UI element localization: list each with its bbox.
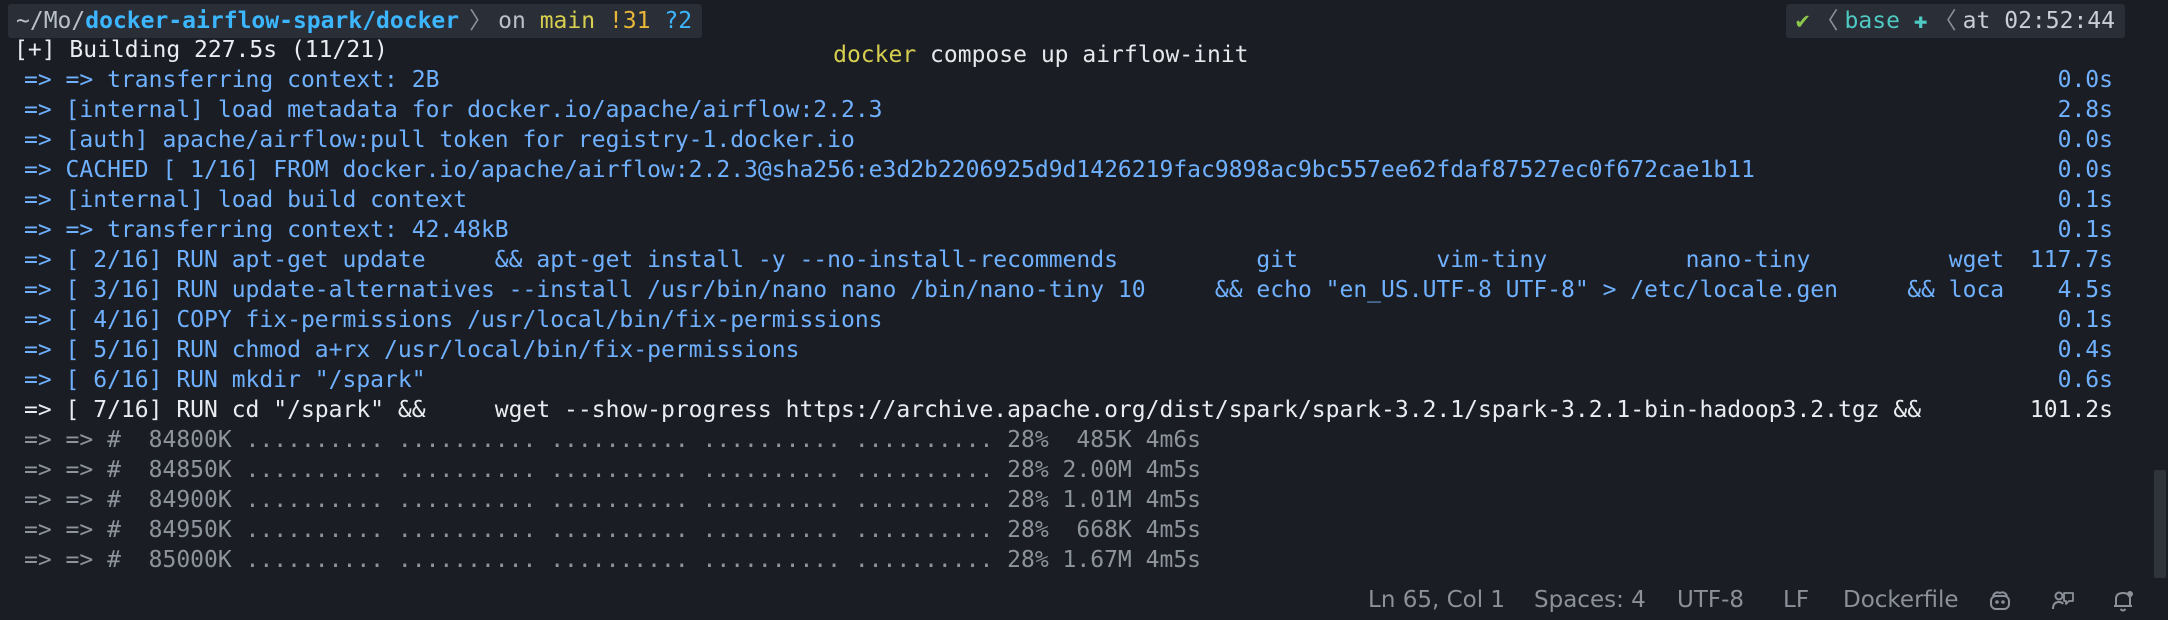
build-step: => [ 5/16] RUN chmod a+rx /usr/local/bin… (0, 335, 2125, 365)
progress-line: => => # 84800K .......... .......... ...… (24, 427, 1202, 453)
build-step-time: 0.1s (2057, 307, 2113, 333)
build-step-time: 0.1s (2057, 187, 2113, 213)
build-step-text: => [auth] apache/airflow:pull token for … (24, 127, 855, 153)
build-step-text: => => transferring context: 42.48kB (24, 217, 509, 243)
path-current-dir: docker-airflow-spark/docker (85, 8, 460, 34)
build-step-text: => [ 2/16] RUN apt-get update && apt-get… (24, 247, 2005, 273)
progress-line: => => # 84900K .......... .......... ...… (24, 487, 1202, 513)
build-step: => [auth] apache/airflow:pull token for … (0, 125, 2125, 155)
scrollbar-thumb[interactable] (2154, 470, 2166, 578)
indentation-setting[interactable]: Spaces: 4 (1534, 580, 1646, 620)
cursor-position[interactable]: Ln 65, Col 1 (1368, 580, 1505, 620)
build-step: => [internal] load build context 0.1s (0, 185, 2125, 215)
build-header: [+] Building 227.5s (11/21) (14, 37, 388, 63)
chevron-left-icon: 〈 (1933, 8, 1957, 34)
git-untracked-count: ?2 (664, 8, 693, 34)
build-step-text: => [internal] load build context (24, 187, 468, 213)
build-step-text: => CACHED [ 1/16] FROM docker.io/apache/… (24, 157, 1755, 183)
build-step: => [ 2/16] RUN apt-get update && apt-get… (0, 245, 2125, 275)
chevron-left-icon: 〈 (1815, 8, 1839, 34)
build-step: => [ 4/16] COPY fix-permissions /usr/loc… (0, 305, 2125, 335)
prompt-left-segment: ~/Mo/docker-airflow-spark/docker 〉 on main… (8, 4, 703, 38)
path-prefix: ~/Mo/ (16, 8, 86, 34)
chevron-right-icon: 〉 (469, 8, 493, 34)
notification-bell-icon[interactable] (2110, 588, 2136, 614)
shell-prompt: ~/Mo/docker-airflow-spark/docker 〉 on main… (0, 4, 2125, 68)
build-step-time: 101.2s (2029, 397, 2113, 423)
git-branch: main (539, 8, 596, 34)
build-step-time: 0.0s (2057, 127, 2113, 153)
build-step-text: => [ 6/16] RUN mkdir "/spark" (24, 367, 426, 393)
progress-line: => => # 85000K .......... .......... ...… (24, 547, 1202, 573)
build-step-time: 0.4s (2057, 337, 2113, 363)
prompt-right-segment: ✔ 〈 base ✚ 〈 at 02:52:44 (1785, 4, 2125, 38)
python-icon: ✚ (1913, 8, 1928, 34)
build-step-time: 2.8s (2057, 97, 2113, 123)
build-step-time: 0.6s (2057, 367, 2113, 393)
build-step-time: 0.1s (2057, 217, 2113, 243)
feedback-icon[interactable] (2050, 588, 2076, 614)
at-label: at (1962, 8, 1991, 34)
git-modified-count: !31 (608, 8, 651, 34)
build-step-text: => [internal] load metadata for docker.i… (24, 97, 883, 123)
build-step: => CACHED [ 1/16] FROM docker.io/apache/… (0, 155, 2125, 185)
build-step: => [ 3/16] RUN update-alternatives --ins… (0, 275, 2125, 305)
terminal-panel[interactable]: ~/Mo/docker-airflow-spark/docker 〉 on main… (0, 0, 2125, 580)
build-step-time: 4.5s (2057, 277, 2113, 303)
build-step-text: => [ 5/16] RUN chmod a+rx /usr/local/bin… (24, 337, 800, 363)
status-bar: Ln 65, Col 1 Spaces: 4 UTF-8 LF Dockerfi… (0, 580, 2168, 620)
active-build-step: => [ 7/16] RUN cd "/spark" && wget --sho… (0, 395, 2125, 425)
build-step-text: => [ 3/16] RUN update-alternatives --ins… (24, 277, 2005, 303)
build-step-time: 0.0s (2057, 157, 2113, 183)
build-step: => => transferring context: 2B 0.0s (0, 65, 2125, 95)
build-step: => => transferring context: 42.48kB 0.1s (0, 215, 2125, 245)
build-step-text: => [ 7/16] RUN cd "/spark" && wget --sho… (24, 397, 1922, 423)
git-on-label: on (498, 8, 526, 34)
progress-line: => => # 84950K .......... .......... ...… (24, 517, 1202, 543)
build-step: => [ 6/16] RUN mkdir "/spark" 0.6s (0, 365, 2125, 395)
terminal-scrollbar[interactable] (2144, 0, 2168, 580)
build-step-text: => [ 4/16] COPY fix-permissions /usr/loc… (24, 307, 883, 333)
build-step-time: 117.7s (2029, 247, 2113, 273)
check-icon: ✔ (1795, 8, 1810, 34)
clock-time: 02:52:44 (2004, 8, 2115, 34)
progress-line: => => # 84850K .......... .......... ...… (24, 457, 1202, 483)
copilot-icon[interactable] (1987, 588, 2013, 614)
language-mode[interactable]: Dockerfile (1843, 580, 1959, 620)
conda-env: base (1844, 8, 1900, 34)
build-step-text: => => transferring context: 2B (24, 67, 440, 93)
build-step-time: 0.0s (2057, 67, 2113, 93)
line-ending[interactable]: LF (1783, 580, 1809, 620)
build-step: => [internal] load metadata for docker.i… (0, 95, 2125, 125)
file-encoding[interactable]: UTF-8 (1677, 580, 1744, 620)
